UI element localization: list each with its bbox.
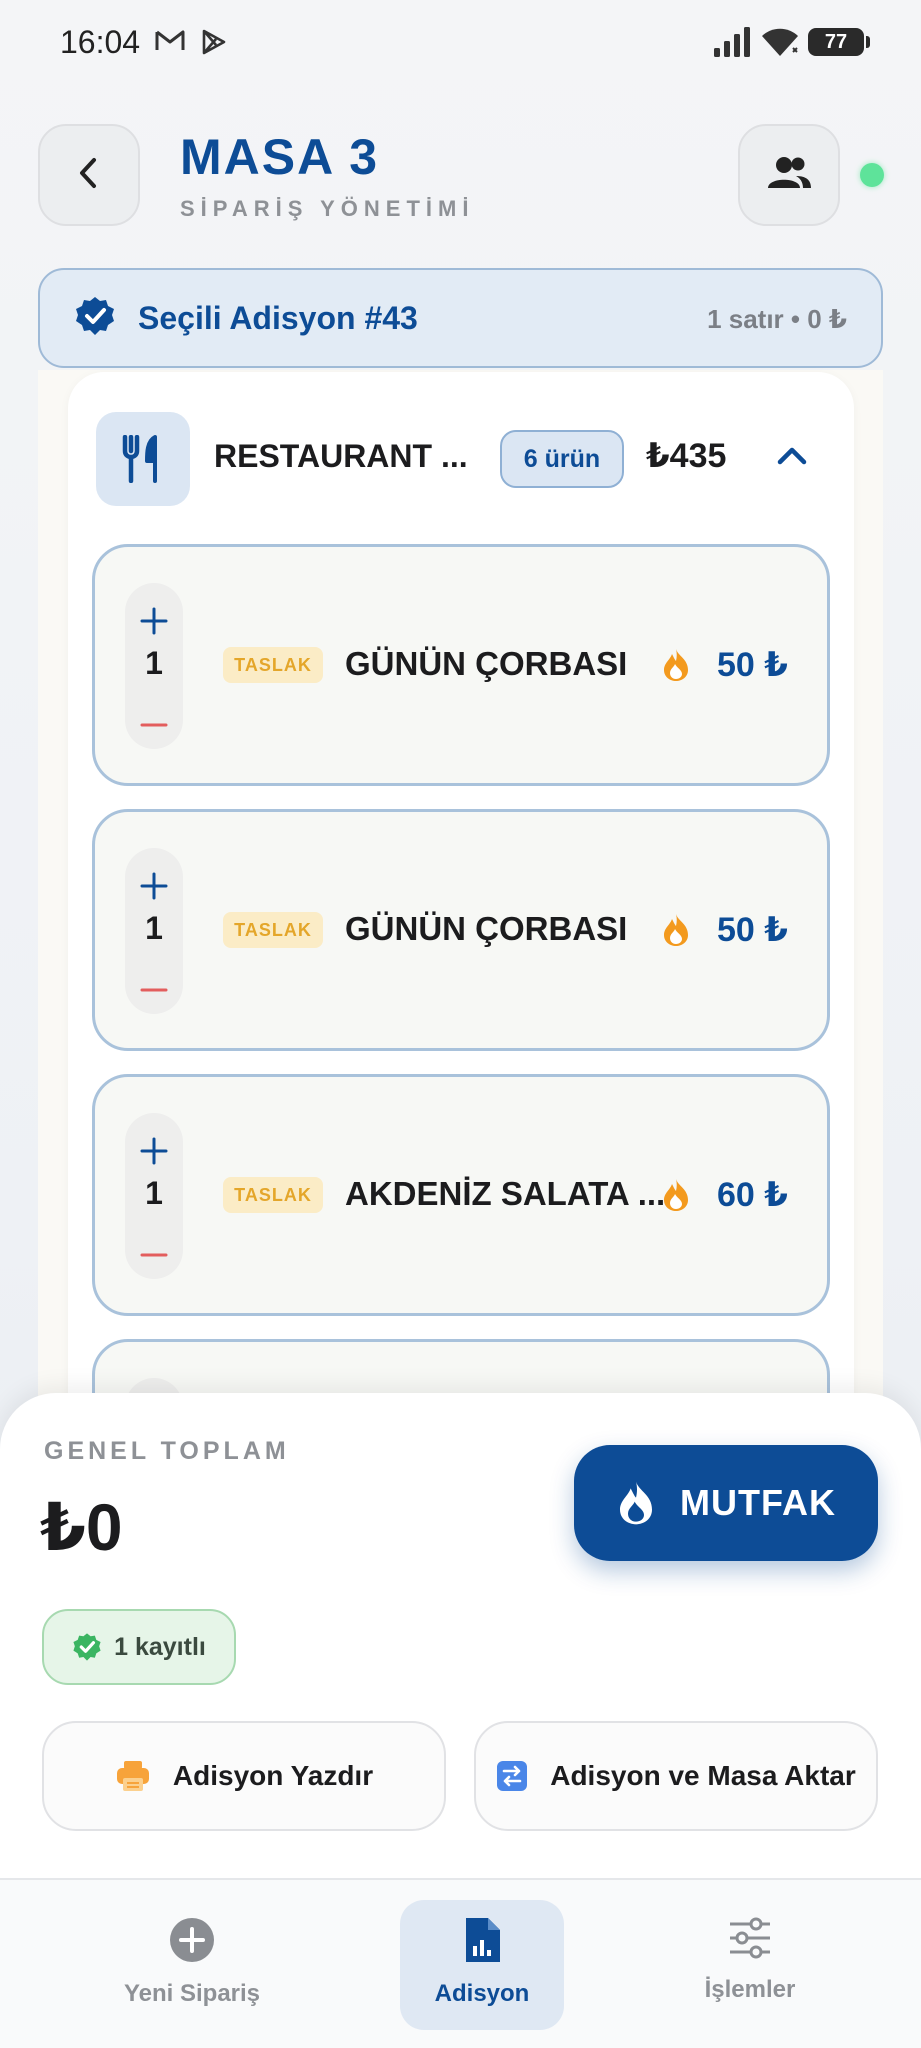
minus-icon[interactable]: [138, 709, 170, 746]
quantity-stepper: 1: [125, 1113, 183, 1279]
customers-button[interactable]: [738, 124, 840, 226]
verified-check-icon: [73, 1633, 101, 1661]
item-name: GÜNÜN ÇORBASI: [345, 910, 628, 947]
order-item-card[interactable]: 1 TASLAK AKDENİZ SALATA ... 60 ₺: [92, 1074, 830, 1316]
summary-sheet: GENEL TOPLAM ₺0 MUTFAK 1 kayıtlı Adisyon…: [0, 1393, 921, 1880]
item-name: AKDENİZ SALATA ...: [345, 1175, 666, 1212]
order-group-panel: RESTAURANT ... 6 ürün ₺435 1 TASLAK GÜNÜ…: [68, 372, 854, 1432]
draft-badge: TASLAK: [223, 647, 323, 683]
fire-icon: [661, 647, 691, 688]
item-price: 50 ₺: [717, 911, 788, 949]
item-price: 60 ₺: [717, 1176, 788, 1214]
back-button[interactable]: [38, 124, 140, 226]
grand-total-value: ₺0: [40, 1490, 123, 1564]
minus-icon[interactable]: [138, 974, 170, 1011]
status-bar: 16:04 77: [0, 0, 921, 86]
plus-circle-icon: [170, 1918, 214, 1962]
group-header[interactable]: RESTAURANT ... 6 ürün ₺435: [68, 372, 854, 540]
selected-check-title: Seçili Adisyon #43: [138, 299, 418, 336]
transfer-icon: [497, 1761, 528, 1791]
chevron-left-icon: [74, 156, 104, 195]
fire-icon: [661, 912, 691, 953]
chevron-up-icon[interactable]: [776, 444, 808, 471]
order-item-card[interactable]: 1 TASLAK GÜNÜN ÇORBASI 50 ₺: [92, 809, 830, 1051]
nav-new-order[interactable]: Yeni Sipariş: [110, 1900, 274, 2030]
kitchen-button[interactable]: MUTFAK: [574, 1445, 878, 1561]
quantity-value: 1: [145, 1175, 163, 1211]
page-subtitle: SİPARİŞ YÖNETİMİ: [180, 196, 475, 221]
draft-badge: TASLAK: [223, 912, 323, 948]
item-price: 50 ₺: [717, 646, 788, 684]
fire-icon: [661, 1177, 691, 1218]
nav-check-label: Adisyon: [434, 1980, 530, 2007]
order-item-card[interactable]: 1 TASLAK GÜNÜN ÇORBASI 50 ₺: [92, 544, 830, 786]
status-time: 16:04: [60, 24, 141, 60]
fire-icon: [620, 1481, 652, 1525]
plus-icon[interactable]: [138, 870, 170, 907]
transfer-button[interactable]: Adisyon ve Masa Aktar: [474, 1721, 878, 1831]
wifi-icon: [760, 26, 800, 63]
report-document-icon: [466, 1918, 500, 1962]
kitchen-button-label: MUTFAK: [680, 1482, 836, 1523]
plus-icon[interactable]: [138, 1135, 170, 1172]
play-store-icon: [200, 28, 228, 61]
nav-new-order-label: Yeni Sipariş: [123, 1980, 261, 2007]
nav-operations-label: İşlemler: [704, 1976, 796, 2003]
print-check-label: Adisyon Yazdır: [172, 1760, 374, 1791]
quantity-value: 1: [145, 645, 163, 681]
printer-icon: [116, 1761, 149, 1791]
draft-badge: TASLAK: [223, 1177, 323, 1213]
nav-operations[interactable]: İşlemler: [668, 1900, 832, 2030]
quantity-stepper: 1: [125, 583, 183, 749]
cutlery-icon: [96, 412, 190, 506]
page-title: MASA 3: [180, 129, 380, 185]
selected-check-bar[interactable]: Seçili Adisyon #43 1 satır • 0 ₺: [38, 268, 883, 368]
signal-icon: [712, 26, 752, 63]
online-status-dot: [860, 163, 884, 187]
gmail-icon: [154, 28, 186, 59]
nav-check[interactable]: Adisyon: [400, 1900, 564, 2030]
item-name: GÜNÜN ÇORBASI: [345, 645, 628, 682]
people-icon: [766, 156, 812, 195]
bottom-navigation: Yeni Sipariş Adisyon İşlemler: [0, 1878, 921, 2048]
group-total: ₺435: [646, 437, 727, 475]
saved-count-badge: 1 kayıtlı: [42, 1609, 236, 1685]
print-check-button[interactable]: Adisyon Yazdır: [42, 1721, 446, 1831]
battery-indicator: 77: [808, 28, 870, 56]
transfer-label: Adisyon ve Masa Aktar: [550, 1760, 856, 1791]
minus-icon[interactable]: [138, 1239, 170, 1276]
plus-icon[interactable]: [138, 605, 170, 642]
sliders-icon: [730, 1917, 770, 1959]
quantity-value: 1: [145, 910, 163, 946]
verified-check-icon: [74, 295, 116, 342]
selected-check-meta: 1 satır • 0 ₺: [707, 304, 847, 334]
group-name: RESTAURANT ...: [214, 438, 468, 474]
saved-count-label: 1 kayıtlı: [114, 1632, 206, 1661]
quantity-stepper: 1: [125, 848, 183, 1014]
group-item-count: 6 ürün: [500, 430, 624, 488]
grand-total-label: GENEL TOPLAM: [44, 1437, 290, 1465]
